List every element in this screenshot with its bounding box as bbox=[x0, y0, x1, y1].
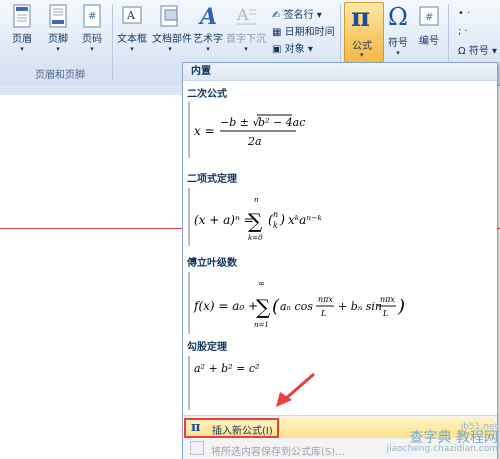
quick-parts-button[interactable]: 文档部件 ▾ bbox=[152, 4, 192, 53]
svg-text:A: A bbox=[198, 4, 217, 28]
save-selection-to-gallery-item[interactable]: 将所选内容保存到公式库(S)... bbox=[211, 443, 345, 458]
wordart-button[interactable]: A 艺术字 ▾ bbox=[192, 4, 224, 53]
calendar-icon: ▦ bbox=[272, 27, 282, 38]
svg-text:a² + b² = c²: a² + b² = c² bbox=[194, 362, 259, 375]
section-title-fourier: 傅立叶级数 bbox=[187, 258, 237, 269]
quick-parts-icon bbox=[160, 5, 178, 27]
header-label: 页眉 bbox=[12, 34, 32, 45]
watermark-name: 查字典 教程网 bbox=[409, 430, 498, 446]
dropcap-button[interactable]: A 首字下沉 ▾ bbox=[226, 4, 266, 53]
symbol2-item[interactable]: Ω 符号 ▾ bbox=[458, 42, 497, 57]
header-footer-group-label: 页眉和页脚 bbox=[35, 70, 85, 81]
pi-icon: π bbox=[351, 3, 371, 33]
equation-label: 公式 bbox=[352, 41, 372, 52]
section-title-binomial: 二项式定理 bbox=[187, 174, 237, 185]
signature-label: 签名行 bbox=[283, 10, 314, 21]
svg-text:∑: ∑ bbox=[256, 295, 271, 319]
pi-icon: π bbox=[191, 420, 201, 435]
binomial-formula[interactable]: (x + a)ⁿ = n ∑ k=0 ( n k ) xᵏaⁿ⁻ᵏ bbox=[187, 187, 493, 247]
symbol2-label: 符号 bbox=[468, 46, 489, 57]
svg-text:nπx: nπx bbox=[318, 295, 333, 304]
svg-text:A: A bbox=[236, 5, 249, 24]
svg-text:xᵏaⁿ⁻ᵏ: xᵏaⁿ⁻ᵏ bbox=[288, 213, 322, 227]
quadratic-formula[interactable]: x = −b ± √ b² − 4ac 2a bbox=[187, 101, 493, 159]
section-title-quadratic: 二次公式 bbox=[187, 89, 227, 100]
svg-text:x =: x = bbox=[194, 124, 215, 138]
page-number-label: 页码 bbox=[82, 34, 102, 45]
page-number-icon: # bbox=[83, 4, 101, 28]
binomial-formula-render: (x + a)ⁿ = n ∑ k=0 ( n k ) xᵏaⁿ⁻ᵏ bbox=[194, 196, 322, 242]
footer-icon bbox=[49, 4, 67, 28]
insert-new-equation-label: 插入新公式(I) bbox=[212, 426, 273, 437]
wordart-icon: A bbox=[198, 4, 217, 28]
svg-text:aₙ cos: aₙ cos bbox=[280, 300, 313, 313]
svg-text:A: A bbox=[126, 9, 136, 22]
numbering-button[interactable]: # 编号 bbox=[416, 4, 442, 47]
svg-text:b² − 4ac: b² − 4ac bbox=[258, 116, 305, 129]
header-button[interactable]: 页眉 ▾ bbox=[8, 4, 36, 53]
symbol-menu-item[interactable]: • · bbox=[458, 8, 470, 19]
dropcap-icon: A bbox=[236, 5, 256, 25]
svg-text:−b ± √: −b ± √ bbox=[220, 116, 260, 129]
watermark-url: jiaocheng.chazidian.com bbox=[386, 444, 498, 454]
svg-text:): ) bbox=[397, 296, 405, 317]
svg-text:∑: ∑ bbox=[248, 209, 263, 233]
header-icon bbox=[13, 4, 31, 28]
datetime-label: 日期和时间 bbox=[284, 27, 335, 38]
svg-text:L: L bbox=[382, 309, 388, 318]
svg-text:#: # bbox=[425, 12, 433, 23]
svg-text:2a: 2a bbox=[247, 135, 262, 148]
omega-icon: Ω bbox=[388, 3, 408, 31]
datetime-item[interactable]: ▦ 日期和时间 bbox=[272, 23, 335, 38]
symbol-menu-item-2[interactable]: ; · bbox=[458, 26, 468, 37]
svg-text:k: k bbox=[273, 221, 278, 230]
svg-text:n=1: n=1 bbox=[254, 321, 269, 329]
signature-icon: ✍ bbox=[272, 10, 281, 21]
textbox-button[interactable]: A 文本框 ▾ bbox=[116, 4, 148, 53]
equation-button[interactable]: π 公式 ▾ bbox=[344, 2, 384, 66]
watermark: jb51.net 查字典 教程网 jiaocheng.chazidian.com bbox=[387, 422, 498, 455]
gallery-header: 内置 bbox=[183, 63, 497, 81]
svg-text:n: n bbox=[254, 196, 259, 204]
svg-text:(: ( bbox=[272, 296, 280, 317]
svg-text:k=0: k=0 bbox=[248, 234, 263, 242]
svg-text:L: L bbox=[320, 309, 326, 318]
footer-label: 页脚 bbox=[48, 34, 68, 45]
textbox-icon: A bbox=[122, 6, 142, 24]
section-title-pythagorean: 勾股定理 bbox=[187, 342, 227, 353]
svg-text:∞: ∞ bbox=[258, 279, 265, 288]
svg-text:nπx: nπx bbox=[380, 295, 395, 304]
svg-text:(x + a)ⁿ =: (x + a)ⁿ = bbox=[194, 213, 254, 227]
equation-gallery: 内置 二次公式 x = −b ± √ b² − 4ac 2a 二项式定理 (x … bbox=[182, 62, 498, 459]
symbol-label: 符号 bbox=[388, 38, 408, 49]
svg-text:): ) bbox=[279, 213, 285, 228]
dropcap-label: 首字下沉 bbox=[226, 34, 266, 45]
textbox-label: 文本框 bbox=[117, 34, 147, 45]
pythagorean-formula[interactable]: a² + b² = c² bbox=[187, 355, 493, 411]
quick-parts-label: 文档部件 bbox=[152, 34, 192, 45]
footer-button[interactable]: 页脚 ▾ bbox=[44, 4, 72, 53]
fourier-formula[interactable]: f(x) = a₀ + ∞ ∑ n=1 ( aₙ cos nπx L + bₙ … bbox=[187, 271, 493, 335]
svg-text:+ bₙ sin: + bₙ sin bbox=[338, 300, 382, 313]
wordart-label: 艺术字 bbox=[193, 34, 223, 45]
annotation-arrow-icon bbox=[276, 372, 315, 407]
page-number-button[interactable]: # 页码 ▾ bbox=[78, 4, 106, 53]
save-to-gallery-icon bbox=[190, 441, 204, 455]
object-item[interactable]: ▣ 对象 ▾ bbox=[272, 40, 313, 55]
object-label: 对象 bbox=[284, 44, 305, 55]
svg-text:#: # bbox=[88, 11, 96, 22]
numbering-icon: # bbox=[419, 6, 439, 26]
svg-text:n: n bbox=[273, 210, 278, 219]
object-icon: ▣ bbox=[272, 44, 282, 55]
symbol-button[interactable]: Ω 符号 ▾ bbox=[384, 2, 412, 57]
numbering-label: 编号 bbox=[419, 36, 439, 47]
document-ruler bbox=[0, 85, 182, 95]
quadratic-formula-render: x = −b ± √ b² − 4ac 2a bbox=[194, 114, 305, 148]
fourier-formula-render: f(x) = a₀ + ∞ ∑ n=1 ( aₙ cos nπx L + bₙ … bbox=[193, 279, 405, 329]
signature-line-item[interactable]: ✍ 签名行 ▾ bbox=[272, 6, 322, 21]
svg-text:f(x) = a₀ +: f(x) = a₀ + bbox=[193, 299, 258, 313]
